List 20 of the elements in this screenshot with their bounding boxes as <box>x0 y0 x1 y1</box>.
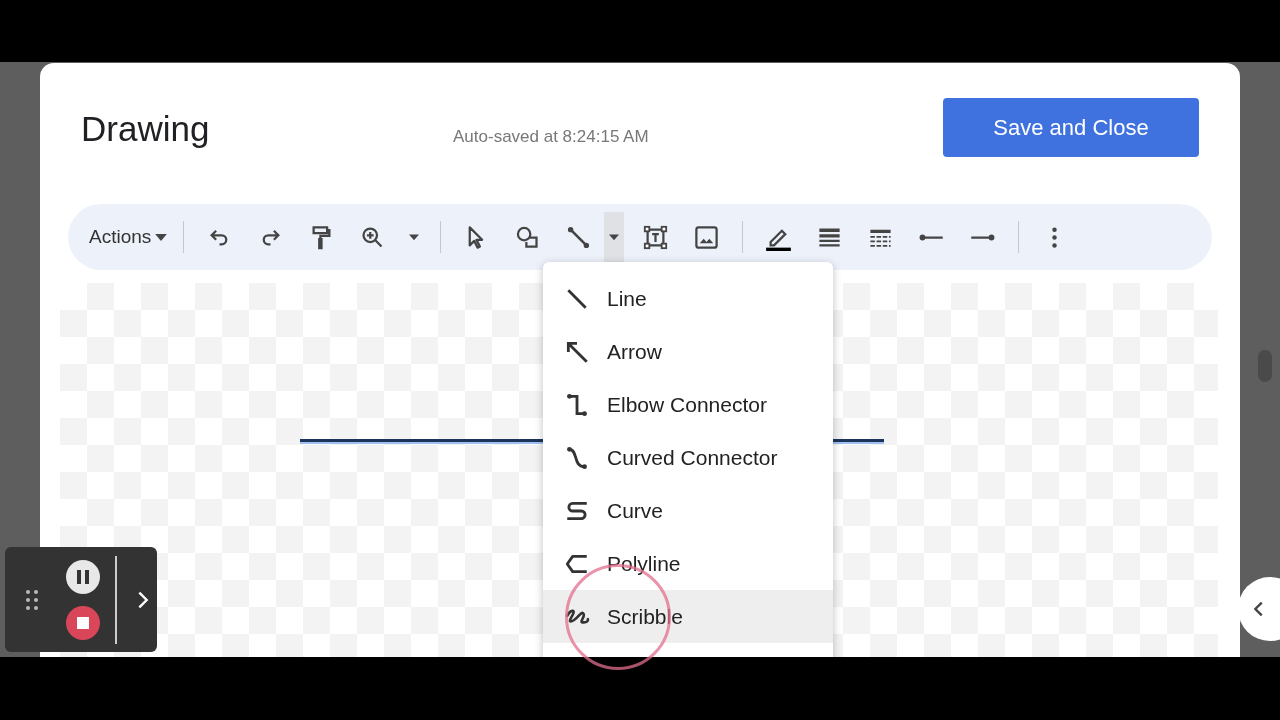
autosave-status: Auto-saved at 8:24:15 AM <box>453 126 650 147</box>
stop-icon[interactable] <box>66 605 100 640</box>
menu-item[interactable]: Polyline <box>543 537 833 590</box>
caret-icon <box>155 233 168 241</box>
drag-handle-icon[interactable] <box>26 589 38 610</box>
menu-item[interactable]: Curved Connector <box>543 431 833 484</box>
image-icon[interactable] <box>693 223 721 251</box>
menu-item[interactable]: Line <box>543 272 833 325</box>
menu-item[interactable]: Elbow Connector <box>543 378 833 431</box>
text-box-icon[interactable] <box>642 223 670 251</box>
menu-item[interactable]: Arrow <box>543 325 833 378</box>
line-options-dropdown-icon[interactable] <box>604 212 625 262</box>
save-and-close-button[interactable]: Save and Close <box>943 98 1199 157</box>
dialog-title: Drawing <box>81 108 211 149</box>
actions-menu-button[interactable]: Actions <box>89 226 168 248</box>
curved-connector-icon <box>564 444 590 471</box>
elbow-connector-icon <box>564 391 590 418</box>
pause-icon[interactable] <box>66 559 100 594</box>
menu-item[interactable]: Curve <box>543 484 833 537</box>
menu-item[interactable]: Scribble <box>543 590 833 643</box>
